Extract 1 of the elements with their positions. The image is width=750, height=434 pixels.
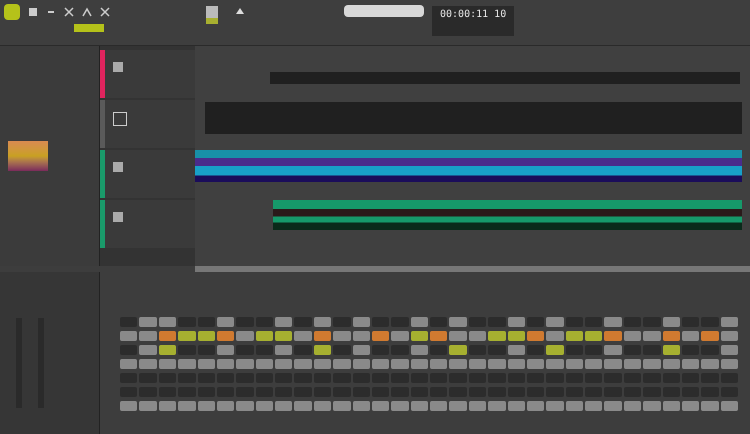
time-display: 00:00:11 10 — [432, 6, 514, 36]
